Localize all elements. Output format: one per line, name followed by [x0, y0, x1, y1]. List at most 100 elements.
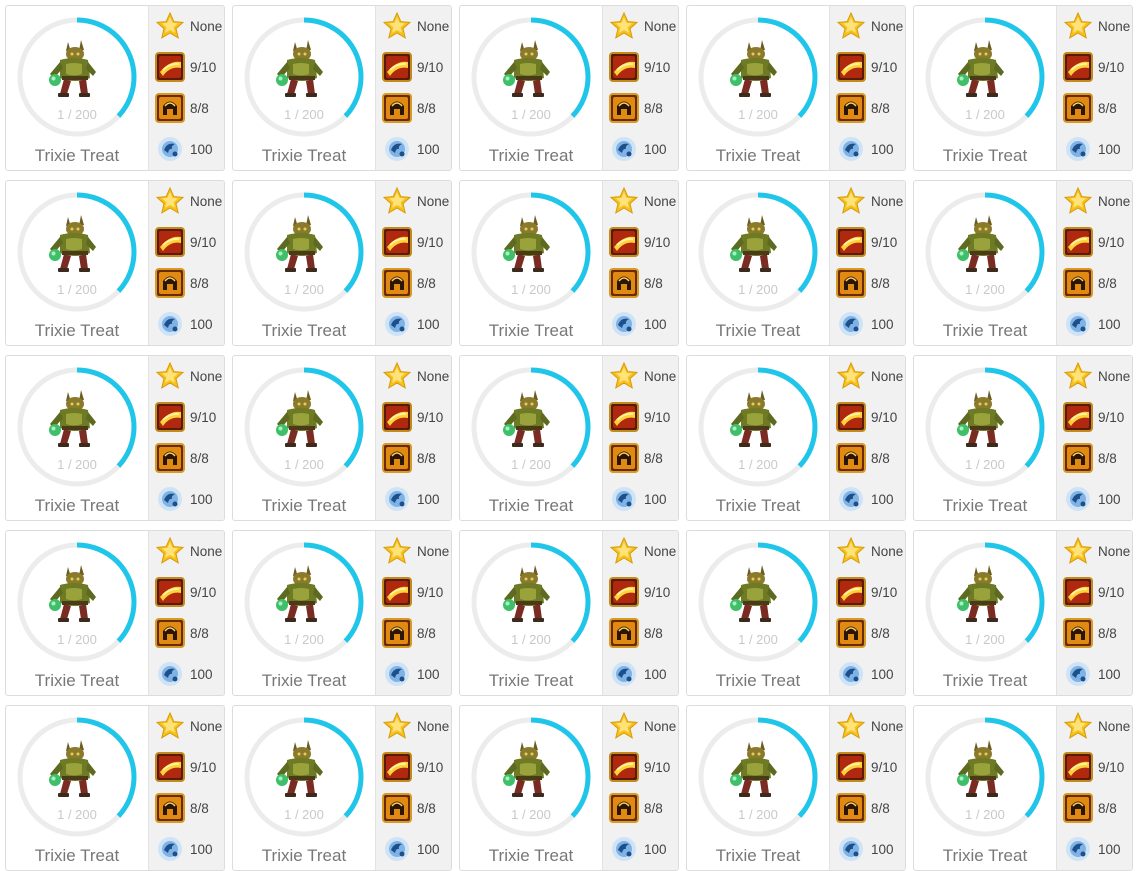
monster-icon	[49, 565, 96, 622]
stat-armor-value: 8/8	[417, 800, 436, 816]
monster-portrait-area: 1 / 200 Trixie Treat	[233, 6, 375, 170]
monster-icon	[957, 40, 1004, 97]
monster-icon	[276, 740, 323, 797]
monster-card[interactable]: 1 / 200 Trixie Treat None 9/10 8/8 100	[232, 705, 452, 871]
stat-armor-value: 8/8	[871, 275, 890, 291]
monster-card[interactable]: 1 / 200 Trixie Treat None 9/10 8/8 100	[686, 5, 906, 171]
power-orb-icon	[158, 312, 182, 336]
stat-stars-value: None	[1098, 543, 1131, 559]
monster-card[interactable]: 1 / 200 Trixie Treat None 9/10 8/8 100	[686, 705, 906, 871]
monster-card[interactable]: 1 / 200 Trixie Treat None 9/10 8/8 100	[913, 355, 1133, 521]
stat-skill-value: 9/10	[1098, 759, 1125, 775]
monster-icon	[276, 390, 323, 447]
monster-card[interactable]: 1 / 200 Trixie Treat None 9/10 8/8 100	[913, 180, 1133, 346]
stat-stars: None	[836, 536, 905, 566]
stat-skill: 9/10	[609, 752, 678, 782]
monster-stats-panel: None 9/10 8/8 100	[602, 356, 678, 520]
star-icon	[1063, 186, 1093, 214]
monster-card[interactable]: 1 / 200 Trixie Treat None 9/10 8/8 100	[232, 5, 452, 171]
star-icon	[1063, 361, 1093, 389]
stat-skill-value: 9/10	[190, 584, 217, 600]
monster-level: 1 / 200	[738, 282, 778, 297]
stat-armor: 8/8	[1063, 793, 1132, 823]
monster-card[interactable]: 1 / 200 Trixie Treat None 9/10 8/8 100	[5, 355, 225, 521]
monster-icon	[49, 390, 96, 447]
monster-card[interactable]: 1 / 200 Trixie Treat None 9/10 8/8 100	[459, 705, 679, 871]
star-icon	[382, 186, 412, 214]
skill-icon	[836, 752, 866, 782]
monster-card[interactable]: 1 / 200 Trixie Treat None 9/10 8/8 100	[5, 705, 225, 871]
stat-power: 100	[609, 309, 678, 339]
stat-armor: 8/8	[155, 793, 224, 823]
stat-power-value: 100	[190, 841, 213, 857]
monster-card[interactable]: 1 / 200 Trixie Treat None 9/10 8/8 100	[459, 180, 679, 346]
stat-skill: 9/10	[1063, 402, 1132, 432]
stat-armor: 8/8	[382, 93, 451, 123]
monster-icon	[957, 565, 1004, 622]
monster-card[interactable]: 1 / 200 Trixie Treat None 9/10 8/8 100	[459, 355, 679, 521]
stat-stars-value: None	[1098, 368, 1131, 384]
monster-name: Trixie Treat	[34, 846, 120, 865]
monster-stats-panel: None 9/10 8/8 100	[829, 356, 905, 520]
stat-stars: None	[609, 536, 678, 566]
monster-card[interactable]: 1 / 200 Trixie Treat None 9/10 8/8 100	[686, 355, 906, 521]
stat-skill-value: 9/10	[190, 59, 217, 75]
skill-icon	[609, 752, 639, 782]
stat-stars: None	[836, 361, 905, 391]
power-orb-icon	[612, 837, 636, 861]
stat-power: 100	[1063, 659, 1132, 689]
monster-icon	[730, 390, 777, 447]
stat-stars: None	[155, 536, 224, 566]
monster-card[interactable]: 1 / 200 Trixie Treat None 9/10 8/8 100	[5, 180, 225, 346]
monster-portrait-area: 1 / 200 Trixie Treat	[6, 356, 148, 520]
stat-armor-value: 8/8	[417, 100, 436, 116]
monster-card[interactable]: 1 / 200 Trixie Treat None 9/10 8/8 100	[5, 5, 225, 171]
stat-armor: 8/8	[836, 443, 905, 473]
monster-name: Trixie Treat	[488, 146, 574, 165]
monster-portrait-area: 1 / 200 Trixie Treat	[6, 706, 148, 870]
power-orb-icon	[158, 837, 182, 861]
monster-portrait-area: 1 / 200 Trixie Treat	[233, 181, 375, 345]
monster-portrait-area: 1 / 200 Trixie Treat	[687, 356, 829, 520]
stat-power-value: 100	[417, 141, 440, 157]
monster-card[interactable]: 1 / 200 Trixie Treat None 9/10 8/8 100	[686, 530, 906, 696]
monster-card[interactable]: 1 / 200 Trixie Treat None 9/10 8/8 100	[5, 530, 225, 696]
monster-card[interactable]: 1 / 200 Trixie Treat None 9/10 8/8 100	[232, 355, 452, 521]
stat-skill: 9/10	[1063, 52, 1132, 82]
monster-stats-panel: None 9/10 8/8 100	[1056, 356, 1132, 520]
monster-card[interactable]: 1 / 200 Trixie Treat None 9/10 8/8 100	[913, 530, 1133, 696]
monster-portrait-area: 1 / 200 Trixie Treat	[6, 6, 148, 170]
monster-card[interactable]: 1 / 200 Trixie Treat None 9/10 8/8 100	[232, 530, 452, 696]
star-icon	[836, 361, 866, 389]
monster-card[interactable]: 1 / 200 Trixie Treat None 9/10 8/8 100	[232, 180, 452, 346]
stat-skill: 9/10	[1063, 752, 1132, 782]
stat-skill-value: 9/10	[871, 409, 898, 425]
stat-stars-value: None	[417, 193, 450, 209]
monster-card[interactable]: 1 / 200 Trixie Treat None 9/10 8/8 100	[913, 705, 1133, 871]
star-icon	[836, 11, 866, 39]
stat-stars-value: None	[644, 193, 677, 209]
stat-armor-value: 8/8	[644, 800, 663, 816]
monster-name: Trixie Treat	[942, 496, 1028, 515]
monster-card[interactable]: 1 / 200 Trixie Treat None 9/10 8/8 100	[459, 5, 679, 171]
stat-armor: 8/8	[155, 443, 224, 473]
monster-card[interactable]: 1 / 200 Trixie Treat None 9/10 8/8 100	[913, 5, 1133, 171]
stat-stars: None	[836, 711, 905, 741]
monster-card[interactable]: 1 / 200 Trixie Treat None 9/10 8/8 100	[686, 180, 906, 346]
monster-icon	[503, 390, 550, 447]
stat-skill-value: 9/10	[644, 409, 671, 425]
monster-stats-panel: None 9/10 8/8 100	[148, 706, 224, 870]
stat-skill: 9/10	[836, 52, 905, 82]
monster-stats-panel: None 9/10 8/8 100	[1056, 531, 1132, 695]
stat-armor-value: 8/8	[644, 275, 663, 291]
helmet-icon	[382, 268, 412, 298]
monster-card[interactable]: 1 / 200 Trixie Treat None 9/10 8/8 100	[459, 530, 679, 696]
stat-armor: 8/8	[155, 93, 224, 123]
stat-skill-value: 9/10	[871, 234, 898, 250]
stat-skill: 9/10	[609, 402, 678, 432]
monster-level: 1 / 200	[57, 107, 97, 122]
stat-armor-value: 8/8	[190, 450, 209, 466]
stat-power: 100	[155, 659, 224, 689]
stat-armor-value: 8/8	[644, 100, 663, 116]
stat-skill: 9/10	[836, 402, 905, 432]
